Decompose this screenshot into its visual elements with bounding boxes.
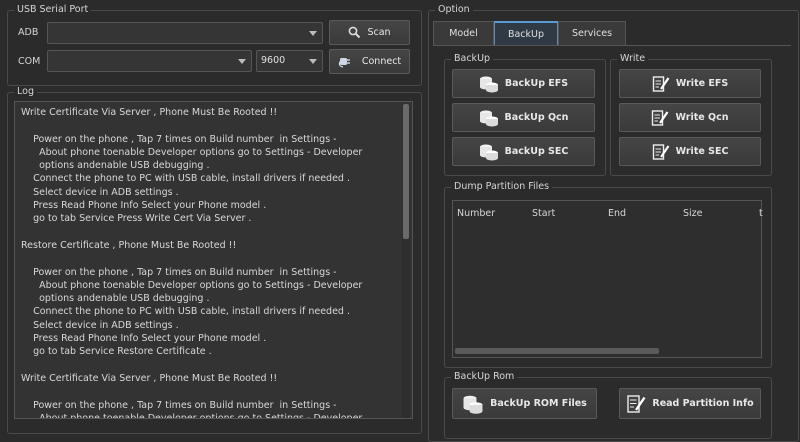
tab-backup-label: BackUp (507, 28, 545, 40)
connect-label: Connect (361, 56, 402, 67)
baud-rate-value: 9600 (261, 55, 286, 66)
log-line: Connect the phone to PC with USB cable, … (21, 173, 351, 185)
log-line: Write Certificate Via Server , Phone Mus… (21, 372, 278, 384)
tab-backup[interactable]: BackUp (494, 21, 558, 45)
tab-model-label: Model (449, 28, 478, 39)
backup-rom-title: BackUp Rom (451, 371, 518, 383)
backup-rom-files-label: BackUp ROM Files (490, 398, 587, 409)
scan-label: Scan (367, 27, 391, 38)
database-icon (479, 76, 498, 92)
tab-model[interactable]: Model (433, 21, 494, 45)
com-port-select[interactable] (47, 50, 252, 72)
document-pen-icon (652, 143, 669, 160)
log-line: Press Read Phone Info Select your Phone … (21, 200, 267, 212)
log-line: Power on the phone , Tap 7 times on Buil… (21, 266, 337, 278)
backup-rom-files-button[interactable]: BackUp ROM Files (452, 388, 597, 419)
log-line: Select device in ADB settings . (21, 319, 179, 331)
backup-qcn-button[interactable]: BackUp Qcn (452, 103, 595, 132)
write-sec-label: Write SEC (675, 146, 729, 157)
backup-sec-button[interactable]: BackUp SEC (452, 137, 595, 166)
backup-qcn-label: BackUp Qcn (504, 112, 569, 123)
column-header-number[interactable]: Number (457, 208, 495, 219)
backup-group-title: BackUp (451, 53, 494, 65)
write-efs-button[interactable]: Write EFS (619, 69, 761, 98)
write-group-title: Write (617, 53, 649, 65)
column-header-truncated[interactable]: t (759, 208, 763, 219)
log-line: Write Certificate Via Server , Phone Mus… (21, 107, 278, 118)
log-line: Power on the phone , Tap 7 times on Buil… (21, 399, 337, 411)
option-title: Option (435, 4, 473, 16)
tab-services[interactable]: Services (558, 21, 626, 45)
log-line: Press Read Phone Info Select your Phone … (21, 333, 267, 345)
database-icon (463, 395, 483, 414)
log-scrollbar-thumb[interactable] (403, 104, 409, 239)
log-line: go to tab Service Restore Certificate . (21, 346, 212, 358)
magnifier-icon (349, 26, 361, 39)
plug-icon (338, 58, 350, 68)
chevron-down-icon (309, 59, 317, 64)
log-line: options andenable USB debugging . (21, 160, 210, 172)
write-qcn-label: Write Qcn (675, 112, 729, 123)
adb-device-select[interactable] (47, 22, 323, 44)
partition-table-hscroll[interactable] (455, 348, 659, 354)
dump-partition-title: Dump Partition Files (451, 181, 553, 193)
document-pen-icon (652, 75, 670, 92)
column-header-end[interactable]: End (608, 208, 626, 219)
partition-table[interactable]: Number Start End Size t (452, 200, 763, 358)
log-line: Power on the phone , Tap 7 times on Buil… (21, 133, 337, 145)
usb-serial-port-title: USB Serial Port (14, 4, 92, 16)
write-sec-button[interactable]: Write SEC (619, 137, 761, 166)
backup-efs-button[interactable]: BackUp EFS (452, 69, 595, 98)
column-header-start[interactable]: Start (532, 208, 555, 219)
backup-efs-label: BackUp EFS (504, 78, 569, 89)
database-icon (479, 110, 498, 126)
document-pen-icon (652, 109, 669, 126)
write-efs-label: Write EFS (675, 78, 729, 89)
chevron-down-icon (309, 31, 317, 36)
document-pen-icon (627, 394, 646, 413)
tab-services-label: Services (571, 28, 613, 39)
baud-rate-select[interactable]: 9600 (256, 50, 323, 72)
com-label: COM (18, 56, 41, 67)
log-textarea[interactable]: Write Certificate Via Server , Phone Mus… (14, 101, 413, 419)
database-icon (479, 144, 498, 160)
log-line: Restore Certificate , Phone Must Be Root… (21, 239, 237, 251)
connect-button[interactable]: Connect (329, 49, 410, 74)
log-line: options andenable USB debugging . (21, 293, 210, 305)
chevron-down-icon (238, 59, 246, 64)
log-line: Select device in ADB settings . (21, 186, 179, 198)
log-title: Log (14, 86, 37, 98)
log-line: About phone toenable Developer options g… (21, 146, 363, 158)
scan-button[interactable]: Scan (329, 20, 410, 45)
write-qcn-button[interactable]: Write Qcn (619, 103, 761, 132)
read-partition-info-label: Read Partition Info (652, 398, 754, 409)
adb-label: ADB (18, 27, 39, 38)
log-line: Connect the phone to PC with USB cable, … (21, 306, 351, 318)
log-line: go to tab Service Press Write Cert Via S… (21, 213, 252, 225)
column-header-size[interactable]: Size (683, 208, 703, 219)
log-line: About phone toenable Developer options g… (21, 279, 363, 291)
read-partition-info-button[interactable]: Read Partition Info (619, 388, 761, 419)
tab-panel-border (433, 45, 791, 46)
log-line: About phone toenable Developer options g… (21, 412, 363, 419)
log-text: Write Certificate Via Server , Phone Mus… (21, 106, 400, 419)
log-scrollbar[interactable] (402, 104, 410, 418)
backup-sec-label: BackUp SEC (504, 146, 569, 157)
